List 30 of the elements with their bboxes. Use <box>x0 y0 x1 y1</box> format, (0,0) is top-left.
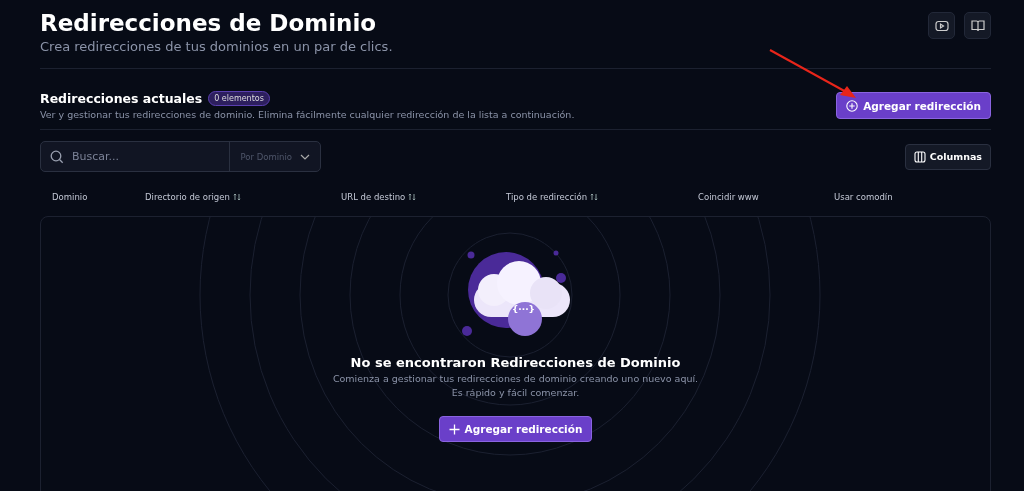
add-redirect-button[interactable]: Agregar redirección <box>438 416 593 442</box>
section-description: Ver y gestionar tus redirecciones de dominio. Elimina fácilmente cualquier redirección de la lista a continuación. <box>40 109 575 120</box>
page-subtitle: Crea redirecciones de tus dominios en un par de clics. <box>40 39 393 54</box>
column-header[interactable]: Directorio de origen <box>145 192 341 202</box>
column-header: Usar comodín <box>834 192 894 202</box>
count-badge: 0 elementos <box>208 91 270 106</box>
columns-button[interactable]: Columnas <box>904 143 991 170</box>
empty-state-title: No se encontraron Redirecciones de Dominio <box>350 355 681 370</box>
sort-icon <box>232 193 241 201</box>
add-redirect-button[interactable]: Agregar redirección <box>836 92 991 119</box>
empty-state-text: Es rápido y fácil comenzar. <box>451 387 580 398</box>
search-icon <box>50 149 64 164</box>
plus-circle-icon <box>846 99 859 112</box>
code-braces-label: {···} <box>510 304 537 314</box>
plus-icon <box>448 423 460 435</box>
book-icon <box>970 19 985 32</box>
columns-icon <box>913 150 926 163</box>
video-play-icon <box>934 19 949 32</box>
column-header: Dominio <box>52 192 89 202</box>
column-header[interactable]: URL de destino <box>341 192 506 202</box>
column-header[interactable]: Tipo de redirección <box>506 192 698 202</box>
column-header: Coincidir www <box>698 192 760 202</box>
section-title: Redirecciones actuales <box>40 91 203 106</box>
page-title: Redirecciones de Dominio <box>40 9 378 38</box>
sort-icon <box>590 193 599 201</box>
video-button[interactable] <box>928 12 955 39</box>
sort-icon <box>408 193 417 201</box>
empty-state-text: Comienza a gestionar tus redirecciones de dominio creando uno nuevo aquí. <box>332 373 699 384</box>
chevron-down-icon <box>300 153 310 160</box>
docs-button[interactable] <box>964 12 991 39</box>
